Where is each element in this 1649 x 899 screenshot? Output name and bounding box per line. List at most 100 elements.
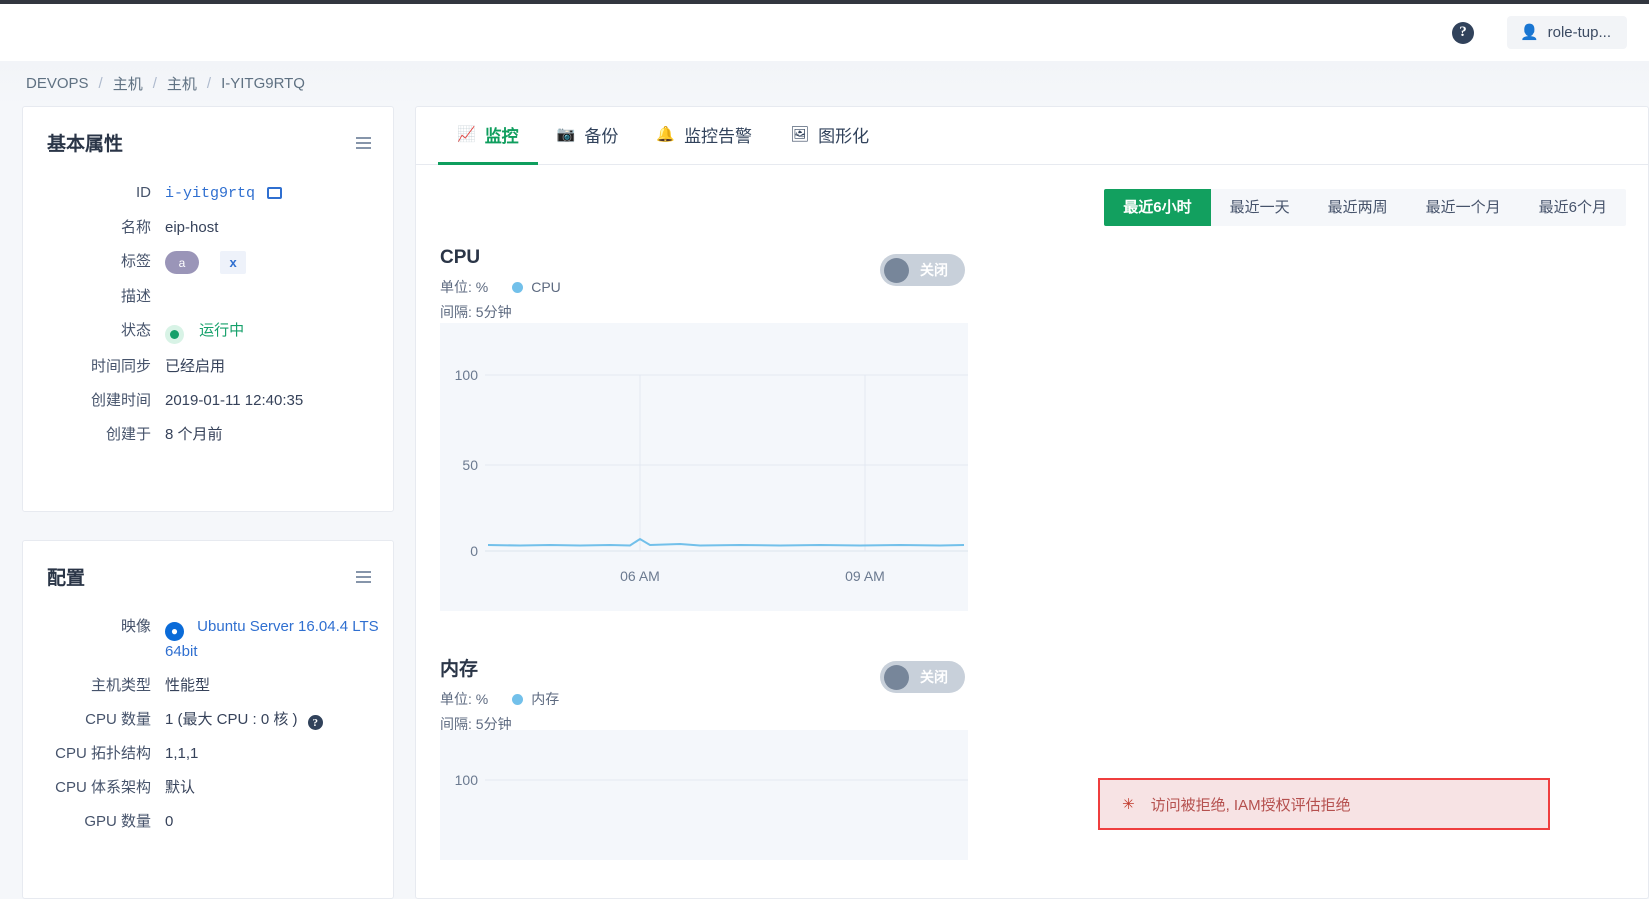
property-row-id: ID i-yitg9rtq xyxy=(23,176,393,211)
hamburger-icon[interactable] xyxy=(356,137,371,149)
configuration-header: 配置 xyxy=(23,541,393,598)
toggle-knob xyxy=(884,665,909,690)
property-label-created-ago: 创建于 xyxy=(23,424,165,446)
property-value-tag: a x xyxy=(165,251,379,274)
tag-chip[interactable]: a xyxy=(165,251,199,274)
property-label-time-sync: 时间同步 xyxy=(23,356,165,378)
property-row-created-ago: 创建于 8 个月前 xyxy=(23,418,393,452)
basic-properties-header: 基本属性 xyxy=(23,107,393,164)
metric-title-memory: 内存 xyxy=(440,654,1626,681)
error-burst-icon: ✳ xyxy=(1122,797,1135,812)
legend-memory[interactable]: 内存 xyxy=(512,689,559,709)
metric-title-cpu: CPU xyxy=(440,247,1626,269)
user-badge[interactable]: 👤 role-tup... xyxy=(1507,16,1627,49)
help-icon[interactable]: ? xyxy=(1452,22,1474,44)
tab-backup[interactable]: 📷 备份 xyxy=(538,107,638,165)
tab-bar: 📈 监控 📷 备份 🔔 监控告警 🖼 图形化 xyxy=(416,107,1648,165)
image-icon: 🖼 xyxy=(790,127,809,142)
config-value-cpu-arch: 默认 xyxy=(165,777,379,799)
config-value-gpu-count: 0 xyxy=(165,811,379,833)
toggle-label-cpu: 关闭 xyxy=(920,260,948,280)
app-header: ? 👤 role-tup... xyxy=(0,4,1649,61)
property-label-create-time: 创建时间 xyxy=(23,390,165,412)
chart-area-icon: 📈 xyxy=(457,127,476,142)
status-badge: 运行中 xyxy=(199,322,244,339)
metric-unit-cpu: 单位: % xyxy=(440,277,488,297)
property-label-id: ID xyxy=(23,182,165,204)
range-last-two-weeks[interactable]: 最近两周 xyxy=(1309,189,1407,226)
chart-memory-svg: 100 xyxy=(440,730,968,860)
config-row-cpu-arch: CPU 体系架构 默认 xyxy=(23,771,393,805)
tag-remove-button[interactable]: x xyxy=(220,251,246,274)
help-icon[interactable]: ? xyxy=(308,715,323,730)
property-value-created-ago: 8 个月前 xyxy=(165,424,379,446)
tab-backup-label: 备份 xyxy=(584,122,618,147)
property-row-tag: 标签 a x xyxy=(23,245,393,280)
config-row-host-type: 主机类型 性能型 xyxy=(23,669,393,703)
legend-label-cpu: CPU xyxy=(531,279,561,295)
tab-graph[interactable]: 🖼 图形化 xyxy=(771,107,888,165)
property-label-name: 名称 xyxy=(23,217,165,239)
config-row-cpu-topology: CPU 拓扑结构 1,1,1 xyxy=(23,737,393,771)
metric-subline-memory: 单位: % 内存 xyxy=(440,689,1626,709)
time-range-selector: 最近6小时 最近一天 最近两周 最近一个月 最近6个月 xyxy=(1104,189,1626,226)
svg-text:09 AM: 09 AM xyxy=(845,568,885,584)
property-row-name: 名称 eip-host xyxy=(23,211,393,245)
breadcrumb-separator: / xyxy=(207,75,211,92)
property-value-time-sync: 已经启用 xyxy=(165,356,379,378)
status-dot-icon xyxy=(165,325,184,344)
breadcrumb-separator: / xyxy=(153,75,157,92)
config-value-image: ● Ubuntu Server 16.04.4 LTS 64bit xyxy=(165,616,379,663)
toggle-knob xyxy=(884,258,909,283)
config-row-cpu-count: CPU 数量 1 (最大 CPU : 0 核 ) ? xyxy=(23,703,393,737)
property-label-status: 状态 xyxy=(23,320,165,342)
range-last-day[interactable]: 最近一天 xyxy=(1211,189,1309,226)
svg-text:100: 100 xyxy=(455,367,479,383)
config-value-cpu-count: 1 (最大 CPU : 0 核 ) ? xyxy=(165,709,379,731)
range-last-month[interactable]: 最近一个月 xyxy=(1407,189,1520,226)
chart-memory[interactable]: 100 xyxy=(440,730,968,860)
range-last-6-hours[interactable]: 最近6小时 xyxy=(1104,189,1210,226)
metric-toggle-memory[interactable]: 关闭 xyxy=(880,661,965,693)
chart-cpu[interactable]: 100 50 0 06 AM 09 AM xyxy=(440,323,968,611)
metric-header-cpu: CPU 单位: % CPU 间隔: 5分钟 关闭 xyxy=(440,247,1626,323)
monitor-icon[interactable] xyxy=(267,187,282,199)
legend-cpu[interactable]: CPU xyxy=(512,279,561,295)
svg-text:06 AM: 06 AM xyxy=(620,568,660,584)
metric-subline-cpu: 单位: % CPU xyxy=(440,277,1626,297)
camera-icon: 📷 xyxy=(557,127,576,142)
metric-toggle-cpu[interactable]: 关闭 xyxy=(880,254,965,286)
tab-graph-label: 图形化 xyxy=(818,122,869,147)
tab-alerts[interactable]: 🔔 监控告警 xyxy=(637,107,771,165)
configuration-rows: 映像 ● Ubuntu Server 16.04.4 LTS 64bit 主机类… xyxy=(23,598,393,857)
metric-header-memory: 内存 单位: % 内存 间隔: 5分钟 关闭 xyxy=(440,654,1626,730)
property-row-create-time: 创建时间 2019-01-11 12:40:35 xyxy=(23,384,393,418)
basic-properties-rows: ID i-yitg9rtq 名称 eip-host 标签 a x 描述 xyxy=(23,164,393,470)
breadcrumb: DEVOPS / 主机 / 主机 / I-YITG9RTQ xyxy=(0,61,1649,106)
property-value-create-time: 2019-01-11 12:40:35 xyxy=(165,390,379,412)
user-badge-icon: 👤 xyxy=(1520,25,1539,40)
error-toast[interactable]: ✳ 访问被拒绝, IAM授权评估拒绝 xyxy=(1098,778,1550,830)
legend-dot-icon xyxy=(512,282,523,293)
hamburger-icon[interactable] xyxy=(356,571,371,583)
tab-monitoring[interactable]: 📈 监控 xyxy=(438,107,538,165)
tab-alerts-label: 监控告警 xyxy=(684,122,752,147)
metric-interval-cpu: 间隔: 5分钟 xyxy=(440,302,1626,322)
config-label-cpu-count: CPU 数量 xyxy=(23,709,165,731)
config-value-host-type: 性能型 xyxy=(165,675,379,697)
user-badge-label: role-tup... xyxy=(1548,24,1611,41)
breadcrumb-item-host-1[interactable]: 主机 xyxy=(113,73,143,94)
config-label-cpu-topology: CPU 拓扑结构 xyxy=(23,743,165,765)
instance-id-link[interactable]: i-yitg9rtq xyxy=(165,185,255,202)
bell-icon: 🔔 xyxy=(656,127,675,142)
property-label-description: 描述 xyxy=(23,286,165,308)
legend-dot-icon xyxy=(512,694,523,705)
basic-properties-card: 基本属性 ID i-yitg9rtq 名称 eip-host 标签 a x xyxy=(22,106,394,512)
config-row-gpu-count: GPU 数量 0 xyxy=(23,805,393,839)
svg-text:100: 100 xyxy=(455,772,479,788)
breadcrumb-item-devops[interactable]: DEVOPS xyxy=(26,75,89,92)
image-link[interactable]: Ubuntu Server 16.04.4 LTS 64bit xyxy=(165,618,379,660)
property-row-description: 描述 xyxy=(23,280,393,314)
breadcrumb-item-host-2[interactable]: 主机 xyxy=(167,73,197,94)
range-last-6-months[interactable]: 最近6个月 xyxy=(1520,189,1626,226)
